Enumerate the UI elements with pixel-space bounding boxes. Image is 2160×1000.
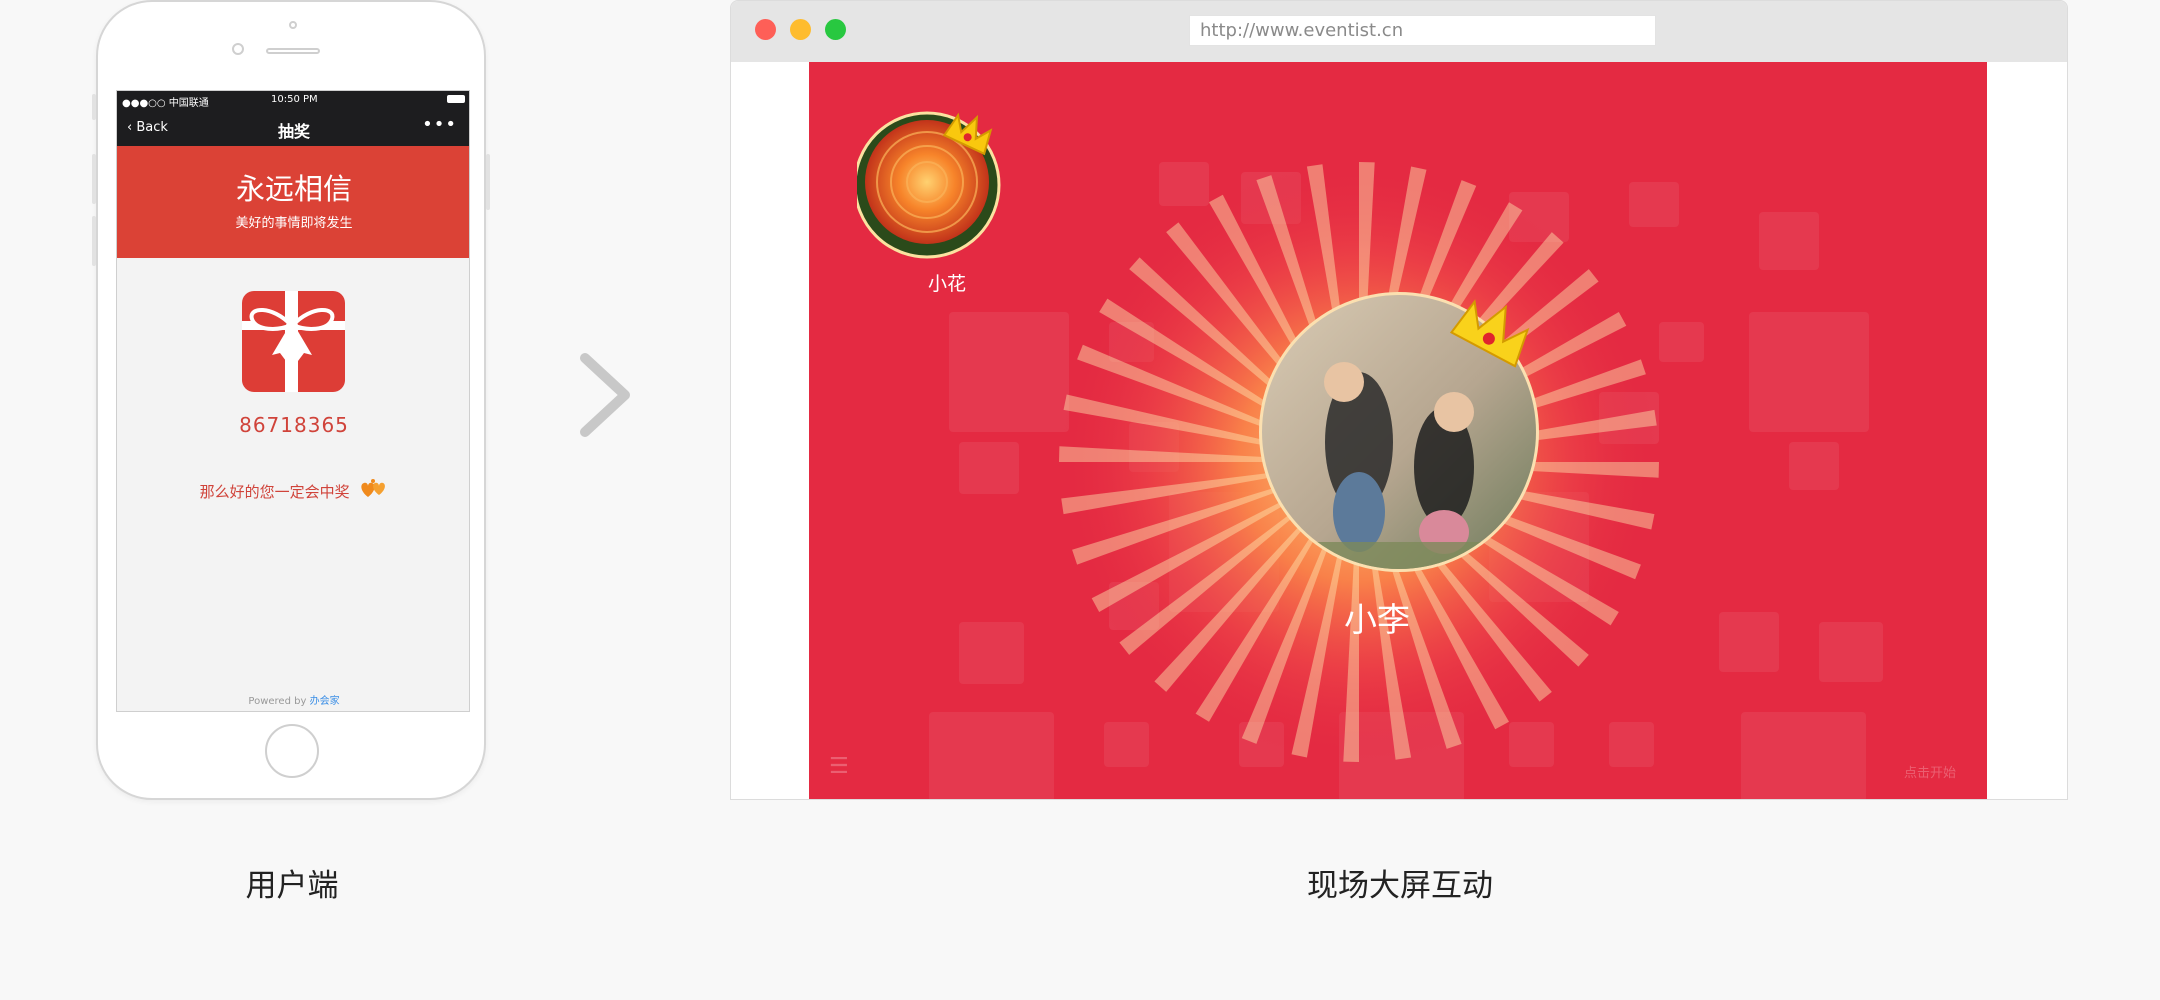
caption-user-side: 用户端 bbox=[245, 868, 339, 904]
status-bar: ●●●○○ 中国联通 10:50 PM bbox=[117, 91, 469, 109]
big-winner-avatar bbox=[1259, 292, 1539, 572]
lottery-code: 86718365 bbox=[239, 413, 349, 437]
banner-subtitle: 美好的事情即将发生 bbox=[235, 216, 353, 231]
maximize-window-button[interactable] bbox=[825, 19, 846, 40]
caption-big-screen: 现场大屏互动 bbox=[1307, 868, 1493, 904]
bg-photo-tile bbox=[929, 712, 1054, 799]
arrow-right-icon bbox=[580, 353, 630, 437]
phone-mute-switch bbox=[92, 94, 96, 120]
browser-toolbar: http://www.eventist.cn bbox=[731, 1, 2067, 62]
gift-icon bbox=[242, 291, 345, 392]
phone-mockup: ●●●○○ 中国联通 10:50 PM ‹ Back 抽奖 ••• 永远相信 美… bbox=[92, 0, 490, 800]
browser-window: http://www.eventist.cn 小花 小李 ☰ 点击开始 bbox=[730, 0, 2068, 800]
small-winner-avatar bbox=[857, 111, 1001, 259]
bg-photo-tile bbox=[1741, 712, 1866, 799]
menu-icon[interactable]: ☰ bbox=[829, 754, 849, 779]
time-label: 10:50 PM bbox=[271, 94, 318, 105]
page-title: 抽奖 bbox=[277, 122, 310, 141]
brand-link[interactable]: 办会家 bbox=[310, 696, 340, 707]
carrier-label: ●●●○○ 中国联通 bbox=[122, 98, 209, 109]
phone-power-button bbox=[486, 154, 490, 210]
minimize-window-button[interactable] bbox=[790, 19, 811, 40]
lucky-text: 那么好的您一定会中奖 bbox=[199, 483, 350, 501]
battery-icon bbox=[447, 95, 465, 103]
more-icon[interactable]: ••• bbox=[422, 114, 457, 135]
big-winner-name: 小李 bbox=[1344, 600, 1410, 639]
powered-by: Powered by 办会家 bbox=[117, 692, 469, 707]
bg-photo-tile bbox=[1719, 612, 1779, 672]
banner-title: 永远相信 bbox=[235, 172, 352, 206]
phone-volume-up bbox=[92, 154, 96, 204]
hero-banner: 永远相信 美好的事情即将发生 bbox=[117, 146, 469, 258]
phone-sensor bbox=[289, 21, 297, 29]
powered-prefix: Powered by bbox=[248, 696, 307, 707]
lucky-message: 那么好的您一定会中奖 bbox=[117, 479, 469, 502]
lottery-stage: 小花 小李 ☰ 点击开始 bbox=[809, 62, 1987, 799]
heart-icon bbox=[361, 479, 386, 497]
phone-camera bbox=[232, 43, 244, 55]
home-button[interactable] bbox=[265, 724, 319, 778]
url-bar[interactable]: http://www.eventist.cn bbox=[1189, 15, 1656, 46]
start-button[interactable]: 点击开始 bbox=[1904, 762, 1956, 781]
phone-screen: ●●●○○ 中国联通 10:50 PM ‹ Back 抽奖 ••• 永远相信 美… bbox=[116, 90, 470, 712]
bg-photo-tile bbox=[959, 442, 1019, 494]
phone-speaker bbox=[266, 48, 320, 54]
phone-volume-down bbox=[92, 216, 96, 266]
bg-photo-tile bbox=[1759, 212, 1819, 270]
close-window-button[interactable] bbox=[755, 19, 776, 40]
small-winner-name: 小花 bbox=[927, 273, 966, 295]
bg-photo-tile bbox=[1819, 622, 1883, 682]
bg-photo-tile bbox=[959, 622, 1024, 684]
bg-photo-tile bbox=[1749, 312, 1869, 432]
bg-photo-tile bbox=[1789, 442, 1839, 490]
nav-bar: ‹ Back 抽奖 ••• bbox=[117, 109, 469, 146]
